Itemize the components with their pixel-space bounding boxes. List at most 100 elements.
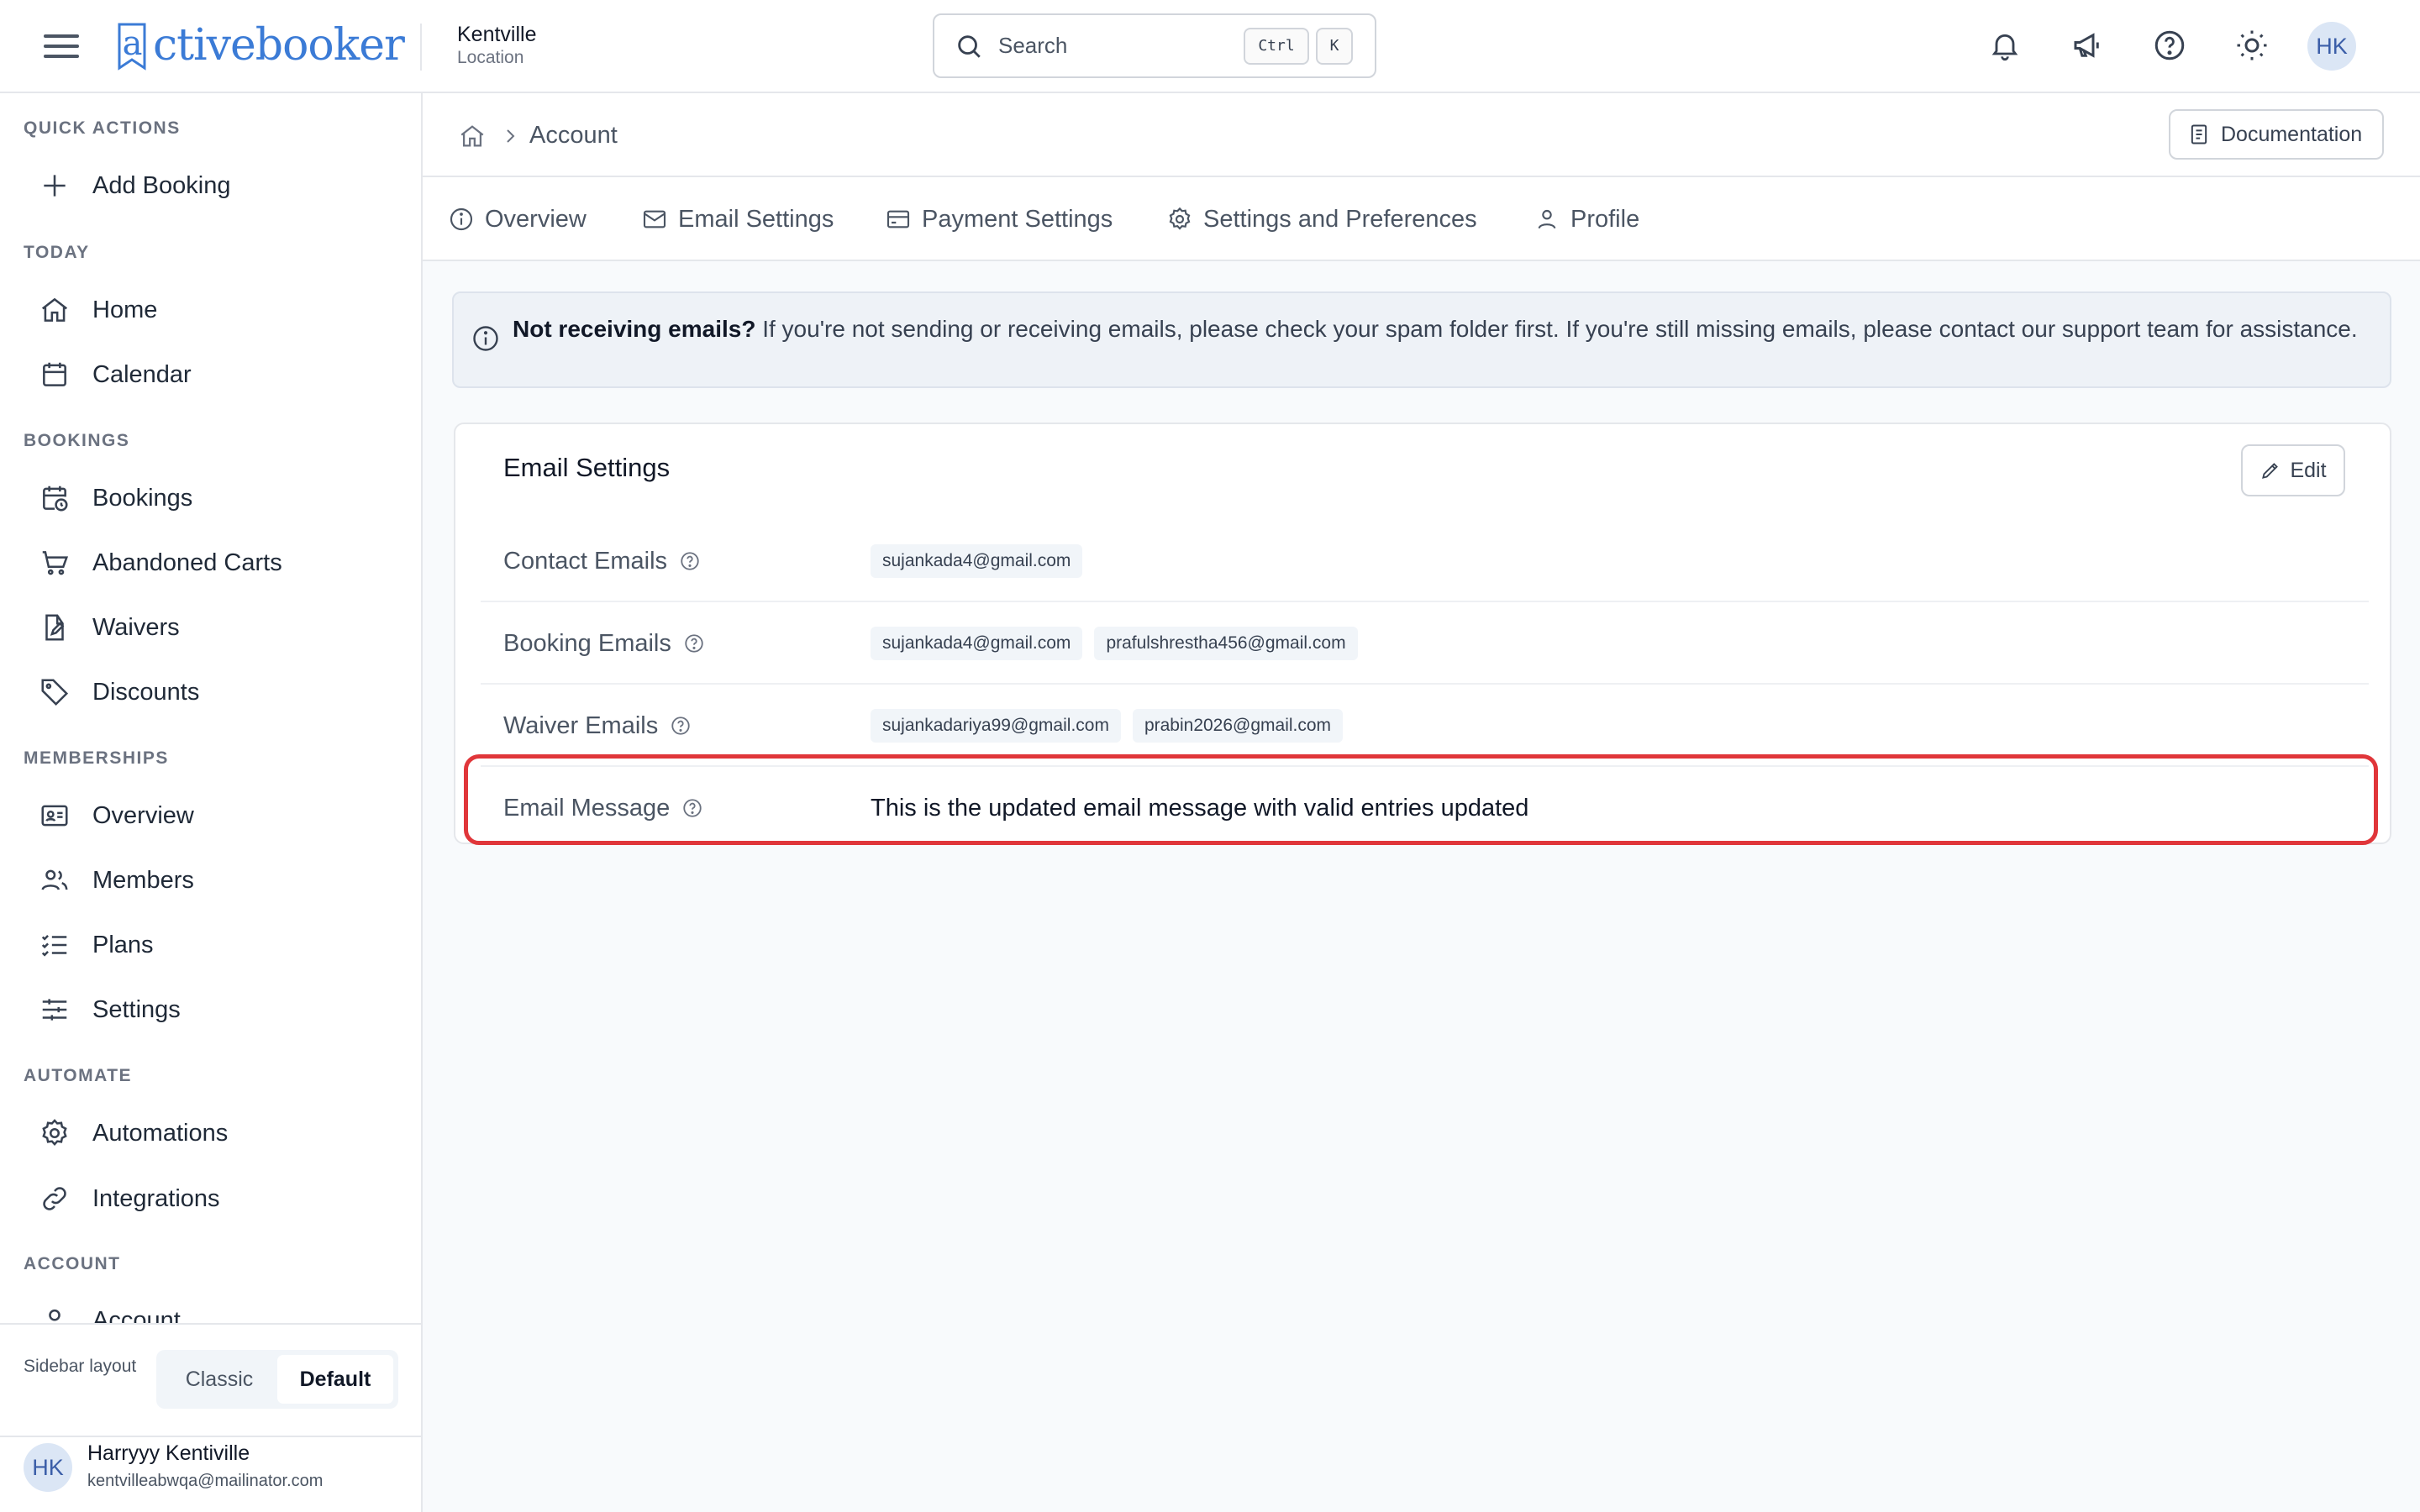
svg-text:a: a bbox=[123, 24, 142, 63]
edit-label: Edit bbox=[2290, 458, 2327, 482]
sidebar-item-home[interactable]: Home bbox=[24, 284, 398, 336]
pencil-icon bbox=[2262, 463, 2279, 479]
location-label: Location bbox=[457, 48, 524, 67]
tab-label: Settings and Preferences bbox=[1203, 205, 1477, 233]
sidebar-item-waivers[interactable]: Waivers bbox=[24, 601, 398, 654]
row-label: Waiver Emails bbox=[503, 685, 692, 767]
email-chip: prafulshrestha456@gmail.com bbox=[1094, 627, 1358, 660]
sidebar-item-members[interactable]: Members bbox=[24, 854, 398, 906]
sidebar-item-label: Members bbox=[92, 866, 194, 894]
sliders-icon bbox=[42, 999, 67, 1021]
help-question-icon[interactable] bbox=[670, 715, 692, 737]
edit-button[interactable]: Edit bbox=[2241, 444, 2345, 496]
layout-default-option[interactable]: Default bbox=[277, 1355, 393, 1404]
sidebar-item-label: Overview bbox=[92, 801, 194, 829]
sidebar-item-label: Plans bbox=[92, 931, 154, 958]
sidebar-item-label: Waivers bbox=[92, 613, 180, 641]
section-today: TODAY bbox=[24, 243, 90, 262]
sidebar-user-name[interactable]: Harryyy Kentiville bbox=[87, 1441, 250, 1466]
layout-classic-option[interactable]: Classic bbox=[161, 1355, 277, 1404]
info-icon bbox=[473, 326, 498, 351]
email-chip: sujankada4@gmail.com bbox=[871, 627, 1083, 660]
id-card-icon bbox=[41, 805, 68, 827]
notifications-bell-icon[interactable] bbox=[1985, 25, 2025, 66]
tab-payment-settings[interactable]: Payment Settings bbox=[885, 177, 1113, 261]
section-account: ACCOUNT bbox=[24, 1254, 121, 1273]
tag-icon bbox=[41, 679, 69, 706]
sidebar-item-plans[interactable]: Plans bbox=[24, 919, 398, 971]
info-icon bbox=[450, 207, 473, 231]
user-avatar[interactable]: HK bbox=[2307, 22, 2356, 71]
sidebar-item-automations[interactable]: Automations bbox=[24, 1107, 398, 1159]
announcements-megaphone-icon[interactable] bbox=[2067, 25, 2107, 66]
help-question-icon[interactable] bbox=[681, 797, 703, 819]
location-selector[interactable]: Kentville Location bbox=[457, 22, 537, 69]
gear-icon bbox=[42, 1119, 67, 1147]
email-message-row: Email Message This is the updated email … bbox=[481, 767, 2369, 849]
sidebar-user-avatar[interactable]: HK bbox=[24, 1443, 72, 1492]
row-values: sujankada4@gmail.com bbox=[871, 520, 1083, 602]
contact-emails-label: Contact Emails bbox=[503, 547, 668, 575]
sidebar-item-discounts[interactable]: Discounts bbox=[24, 666, 398, 718]
sidebar-item-bookings[interactable]: Bookings bbox=[24, 472, 398, 524]
help-question-icon[interactable] bbox=[2149, 25, 2190, 66]
mail-icon bbox=[643, 210, 666, 228]
plus-icon bbox=[44, 175, 66, 197]
document-icon bbox=[2191, 124, 2207, 144]
tab-overview[interactable]: Overview bbox=[448, 177, 587, 261]
calendar-clock-icon bbox=[43, 486, 68, 512]
checklist-icon bbox=[41, 935, 67, 957]
card-title: Email Settings bbox=[503, 453, 671, 482]
sidebar-item-label: Discounts bbox=[92, 678, 200, 706]
email-chip: sujankada4@gmail.com bbox=[871, 544, 1083, 578]
sidebar-item-add-booking[interactable]: Add Booking bbox=[24, 160, 398, 212]
shortcut-k-key: K bbox=[1316, 27, 1353, 65]
menu-toggle-icon[interactable] bbox=[44, 29, 79, 64]
sidebar-item-integrations[interactable]: Integrations bbox=[24, 1173, 398, 1225]
sidebar-footer-divider bbox=[0, 1436, 421, 1437]
tab-label: Email Settings bbox=[678, 205, 834, 233]
breadcrumb-current: Account bbox=[529, 122, 618, 149]
section-memberships: MEMBERSHIPS bbox=[24, 748, 169, 768]
sidebar-layout-toggle: Classic Default bbox=[156, 1350, 398, 1409]
breadcrumb-home-icon[interactable] bbox=[458, 122, 487, 150]
document-edit-icon bbox=[45, 614, 65, 641]
main-content: Account Documentation Overview Email Set… bbox=[423, 93, 2420, 1512]
account-tabs: Overview Email Settings Payment Settings… bbox=[423, 177, 2420, 261]
users-icon bbox=[41, 869, 68, 890]
sidebar: QUICK ACTIONS Add Booking TODAY Home Cal… bbox=[0, 93, 423, 1512]
email-chip: prabin2026@gmail.com bbox=[1132, 709, 1344, 743]
documentation-label: Documentation bbox=[2221, 122, 2363, 146]
sidebar-item-overview[interactable]: Overview bbox=[24, 790, 398, 842]
row-values: sujankadariya99@gmail.com prabin2026@gma… bbox=[871, 685, 1344, 767]
email-message-value: This is the updated email message with v… bbox=[871, 794, 1529, 822]
section-automate: AUTOMATE bbox=[24, 1066, 133, 1085]
help-question-icon[interactable] bbox=[683, 633, 705, 654]
theme-sun-icon[interactable] bbox=[2232, 25, 2272, 66]
link-icon bbox=[43, 1187, 66, 1210]
tab-email-settings[interactable]: Email Settings bbox=[641, 177, 834, 261]
waiver-emails-label: Waiver Emails bbox=[503, 711, 659, 739]
tab-label: Profile bbox=[1570, 205, 1640, 233]
email-settings-card: Email Settings Edit Contact Emails sujan… bbox=[454, 423, 2391, 844]
tab-settings-preferences[interactable]: Settings and Preferences bbox=[1166, 177, 1477, 261]
documentation-button[interactable]: Documentation bbox=[2169, 109, 2384, 160]
email-chip: sujankadariya99@gmail.com bbox=[871, 709, 1121, 743]
section-quick-actions: QUICK ACTIONS bbox=[24, 118, 181, 138]
help-question-icon[interactable] bbox=[679, 550, 701, 572]
tab-label: Payment Settings bbox=[922, 205, 1113, 233]
search-placeholder: Search bbox=[998, 33, 1068, 58]
search-input[interactable]: Search Ctrl K bbox=[933, 13, 1376, 78]
row-label: Booking Emails bbox=[503, 602, 705, 685]
shortcut-ctrl-key: Ctrl bbox=[1244, 27, 1309, 65]
booking-emails-label: Booking Emails bbox=[503, 629, 671, 657]
alert-message: If you're not sending or receiving email… bbox=[755, 316, 2358, 342]
activebooker-logo[interactable]: a ctivebooker bbox=[111, 12, 405, 79]
sidebar-item-settings[interactable]: Settings bbox=[24, 984, 398, 1036]
tab-profile[interactable]: Profile bbox=[1534, 177, 1639, 261]
sidebar-item-calendar[interactable]: Calendar bbox=[24, 349, 398, 401]
sidebar-item-label: Settings bbox=[92, 995, 181, 1023]
sidebar-item-label: Bookings bbox=[92, 484, 193, 512]
booking-emails-row: Booking Emails sujankada4@gmail.com praf… bbox=[481, 602, 2369, 685]
sidebar-item-abandoned-carts[interactable]: Abandoned Carts bbox=[24, 537, 398, 589]
